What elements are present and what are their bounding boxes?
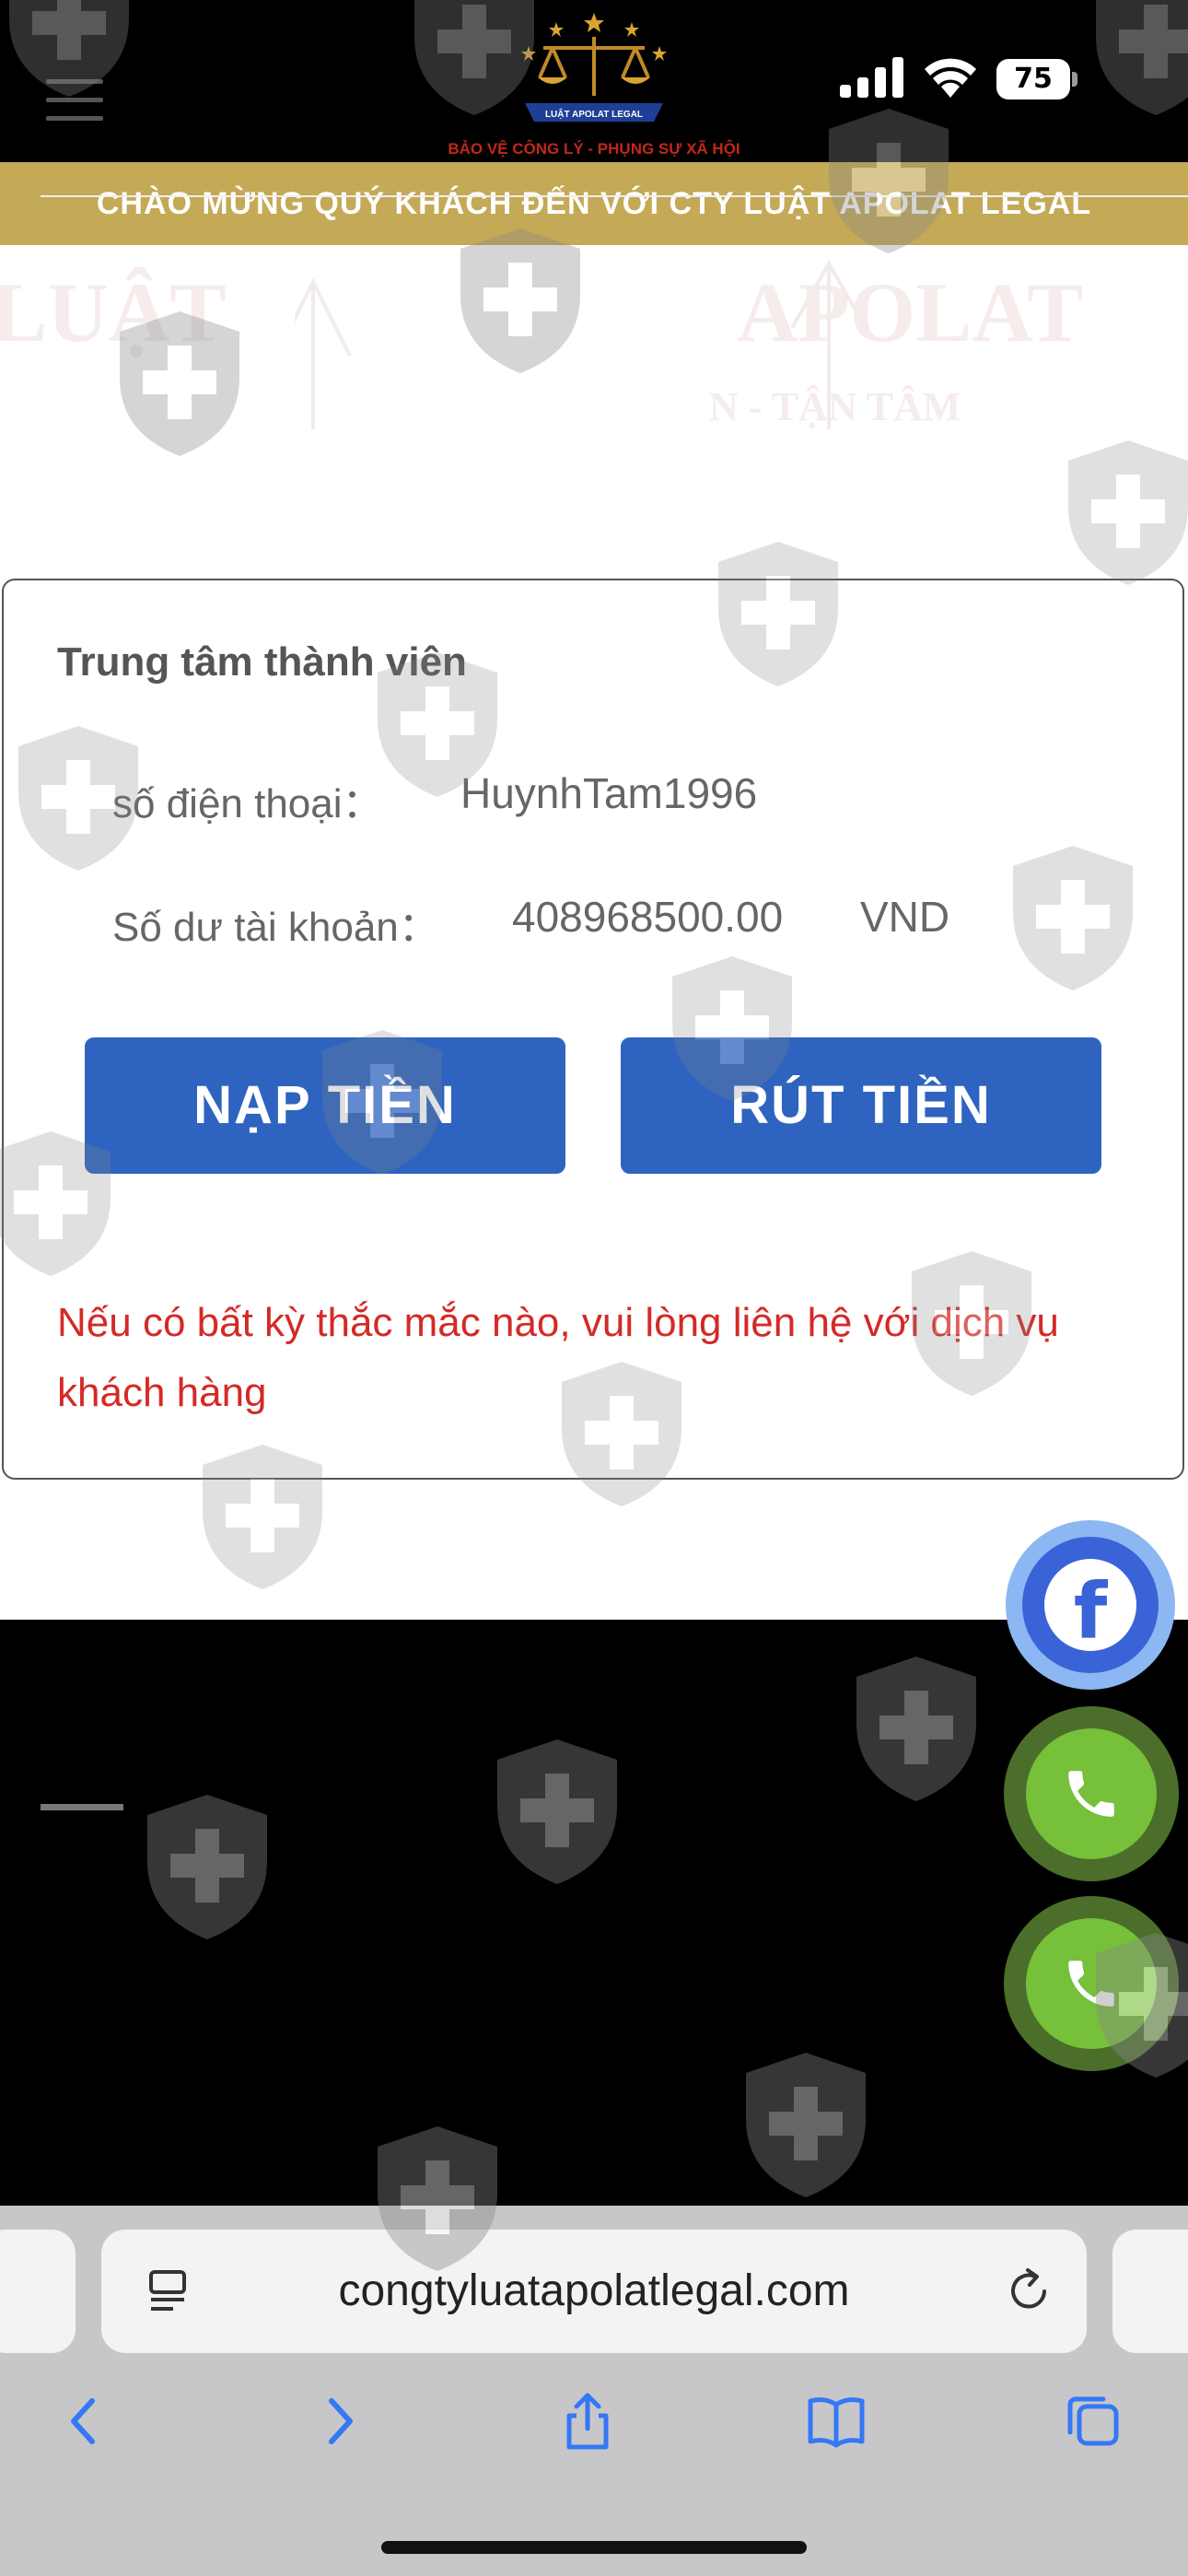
page-menu-icon[interactable] xyxy=(147,2268,190,2314)
tabs-icon[interactable] xyxy=(1063,2392,1122,2451)
phone-label: số điện thoại： xyxy=(112,781,383,826)
company-name: Công ty luật Apolat Legal xyxy=(41,1866,550,1914)
currency-label: VND xyxy=(860,893,950,941)
footer-title: LIÊN HỆ xyxy=(41,1713,215,1761)
facebook-icon: f xyxy=(1073,1566,1108,1657)
previous-tab-preview[interactable] xyxy=(0,2230,76,2353)
deposit-button[interactable]: NẠP TIỀN xyxy=(85,1037,565,1174)
menu-button[interactable] xyxy=(46,79,103,122)
battery-icon: 75 xyxy=(996,59,1077,100)
contact-phone[interactable]: Phone: 0794490689 xyxy=(41,1955,422,2005)
logo-ribbon-text: LUẬT APOLAT LEGAL xyxy=(545,108,643,120)
phone-icon xyxy=(1068,1771,1114,1817)
next-tab-preview[interactable] xyxy=(1112,2230,1188,2353)
forward-icon[interactable] xyxy=(309,2392,368,2451)
header-background-text: LUẬT xyxy=(0,265,227,359)
withdraw-button[interactable]: RÚT TIỀN xyxy=(621,1037,1101,1174)
header-tagline: BẢO VỆ CÔNG LÝ - PHỤNG SỰ XÃ HỘI xyxy=(448,140,740,158)
apolat-logo[interactable]: LUẬT APOLAT LEGAL xyxy=(516,11,672,131)
support-notice: Nếu có bất kỳ thắc mắc nào, vui lòng liê… xyxy=(57,1300,1059,1415)
status-time: 18:08 xyxy=(157,48,320,106)
home-indicator xyxy=(381,2541,807,2554)
member-center-title: Trung tâm thành viên xyxy=(57,639,467,685)
reload-icon[interactable] xyxy=(1004,2266,1054,2316)
balance-label: Số dư tài khoản： xyxy=(112,905,439,950)
balance-value: 408968500.00 xyxy=(512,893,784,941)
cellular-signal-icon xyxy=(840,57,903,98)
share-icon[interactable] xyxy=(558,2392,617,2451)
phone-value: HuynhTam1996 xyxy=(460,769,758,817)
header-background-scales xyxy=(295,259,868,429)
phone-icon xyxy=(1068,1961,1114,2007)
footer-divider xyxy=(41,1804,123,1810)
site-header: LUẬT APOLAT N - TẬN TÂM xyxy=(0,245,1188,442)
battery-level: 75 xyxy=(1014,63,1053,95)
wifi-icon xyxy=(925,58,976,98)
back-icon[interactable] xyxy=(55,2392,114,2451)
business-hours: Time: 09:00 – 17:00 (GMT+7) xyxy=(41,2092,599,2140)
address-bar-url[interactable]: congtyluatapolatlegal.com xyxy=(101,2230,1087,2353)
header-divider xyxy=(41,195,1188,197)
bookmarks-icon[interactable] xyxy=(807,2392,866,2451)
contact-email[interactable]: Email: ctyluatapolatlegal@gmail.com xyxy=(41,2023,733,2073)
watermark-shield-icon xyxy=(1068,440,1188,585)
welcome-banner: CHÀO MỪNG QUÝ KHÁCH ĐẾN VỚI CTY LUẬT APO… xyxy=(0,162,1188,245)
